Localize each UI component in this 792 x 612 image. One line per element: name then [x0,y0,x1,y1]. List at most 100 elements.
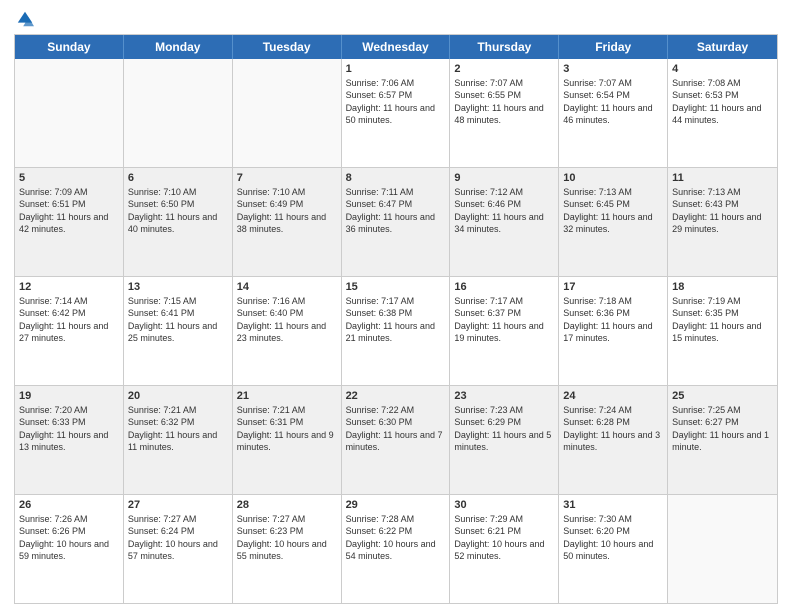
calendar-cell: 28Sunrise: 7:27 AM Sunset: 6:23 PM Dayli… [233,495,342,603]
day-info: Sunrise: 7:10 AM Sunset: 6:49 PM Dayligh… [237,186,337,235]
day-info: Sunrise: 7:26 AM Sunset: 6:26 PM Dayligh… [19,513,119,562]
day-info: Sunrise: 7:30 AM Sunset: 6:20 PM Dayligh… [563,513,663,562]
day-number: 21 [237,389,337,403]
day-number: 19 [19,389,119,403]
calendar-cell: 6Sunrise: 7:10 AM Sunset: 6:50 PM Daylig… [124,168,233,276]
calendar-cell: 22Sunrise: 7:22 AM Sunset: 6:30 PM Dayli… [342,386,451,494]
day-info: Sunrise: 7:27 AM Sunset: 6:24 PM Dayligh… [128,513,228,562]
day-header-saturday: Saturday [668,35,777,59]
day-info: Sunrise: 7:18 AM Sunset: 6:36 PM Dayligh… [563,295,663,344]
calendar-cell: 25Sunrise: 7:25 AM Sunset: 6:27 PM Dayli… [668,386,777,494]
calendar-cell [233,59,342,167]
day-number: 9 [454,171,554,185]
calendar-row-2: 5Sunrise: 7:09 AM Sunset: 6:51 PM Daylig… [15,167,777,276]
calendar-cell: 20Sunrise: 7:21 AM Sunset: 6:32 PM Dayli… [124,386,233,494]
day-info: Sunrise: 7:15 AM Sunset: 6:41 PM Dayligh… [128,295,228,344]
day-number: 6 [128,171,228,185]
calendar: SundayMondayTuesdayWednesdayThursdayFrid… [14,34,778,604]
calendar-cell: 14Sunrise: 7:16 AM Sunset: 6:40 PM Dayli… [233,277,342,385]
day-info: Sunrise: 7:27 AM Sunset: 6:23 PM Dayligh… [237,513,337,562]
day-info: Sunrise: 7:11 AM Sunset: 6:47 PM Dayligh… [346,186,446,235]
day-number: 8 [346,171,446,185]
day-info: Sunrise: 7:23 AM Sunset: 6:29 PM Dayligh… [454,404,554,453]
calendar-cell: 30Sunrise: 7:29 AM Sunset: 6:21 PM Dayli… [450,495,559,603]
calendar-cell: 21Sunrise: 7:21 AM Sunset: 6:31 PM Dayli… [233,386,342,494]
day-number: 3 [563,62,663,76]
calendar-cell: 18Sunrise: 7:19 AM Sunset: 6:35 PM Dayli… [668,277,777,385]
day-number: 10 [563,171,663,185]
day-info: Sunrise: 7:29 AM Sunset: 6:21 PM Dayligh… [454,513,554,562]
day-number: 26 [19,498,119,512]
calendar-row-1: 1Sunrise: 7:06 AM Sunset: 6:57 PM Daylig… [15,59,777,167]
day-number: 15 [346,280,446,294]
calendar-cell: 7Sunrise: 7:10 AM Sunset: 6:49 PM Daylig… [233,168,342,276]
day-number: 17 [563,280,663,294]
day-number: 24 [563,389,663,403]
day-info: Sunrise: 7:28 AM Sunset: 6:22 PM Dayligh… [346,513,446,562]
day-number: 14 [237,280,337,294]
page-header [14,10,778,28]
day-number: 13 [128,280,228,294]
calendar-cell: 16Sunrise: 7:17 AM Sunset: 6:37 PM Dayli… [450,277,559,385]
calendar-cell: 10Sunrise: 7:13 AM Sunset: 6:45 PM Dayli… [559,168,668,276]
calendar-cell: 31Sunrise: 7:30 AM Sunset: 6:20 PM Dayli… [559,495,668,603]
calendar-cell: 2Sunrise: 7:07 AM Sunset: 6:55 PM Daylig… [450,59,559,167]
day-info: Sunrise: 7:17 AM Sunset: 6:37 PM Dayligh… [454,295,554,344]
calendar-cell: 27Sunrise: 7:27 AM Sunset: 6:24 PM Dayli… [124,495,233,603]
logo [14,10,34,28]
logo-icon [16,10,34,28]
day-info: Sunrise: 7:22 AM Sunset: 6:30 PM Dayligh… [346,404,446,453]
calendar-row-3: 12Sunrise: 7:14 AM Sunset: 6:42 PM Dayli… [15,276,777,385]
day-number: 7 [237,171,337,185]
day-info: Sunrise: 7:17 AM Sunset: 6:38 PM Dayligh… [346,295,446,344]
day-info: Sunrise: 7:08 AM Sunset: 6:53 PM Dayligh… [672,77,773,126]
calendar-cell: 23Sunrise: 7:23 AM Sunset: 6:29 PM Dayli… [450,386,559,494]
calendar-body: 1Sunrise: 7:06 AM Sunset: 6:57 PM Daylig… [15,59,777,603]
day-info: Sunrise: 7:13 AM Sunset: 6:43 PM Dayligh… [672,186,773,235]
calendar-cell [124,59,233,167]
calendar-cell: 13Sunrise: 7:15 AM Sunset: 6:41 PM Dayli… [124,277,233,385]
day-info: Sunrise: 7:25 AM Sunset: 6:27 PM Dayligh… [672,404,773,453]
calendar-cell: 24Sunrise: 7:24 AM Sunset: 6:28 PM Dayli… [559,386,668,494]
day-number: 5 [19,171,119,185]
day-number: 2 [454,62,554,76]
day-number: 16 [454,280,554,294]
calendar-cell: 8Sunrise: 7:11 AM Sunset: 6:47 PM Daylig… [342,168,451,276]
day-info: Sunrise: 7:20 AM Sunset: 6:33 PM Dayligh… [19,404,119,453]
day-number: 12 [19,280,119,294]
calendar-cell: 3Sunrise: 7:07 AM Sunset: 6:54 PM Daylig… [559,59,668,167]
day-info: Sunrise: 7:14 AM Sunset: 6:42 PM Dayligh… [19,295,119,344]
day-info: Sunrise: 7:06 AM Sunset: 6:57 PM Dayligh… [346,77,446,126]
calendar-row-4: 19Sunrise: 7:20 AM Sunset: 6:33 PM Dayli… [15,385,777,494]
day-info: Sunrise: 7:16 AM Sunset: 6:40 PM Dayligh… [237,295,337,344]
calendar-cell: 11Sunrise: 7:13 AM Sunset: 6:43 PM Dayli… [668,168,777,276]
day-info: Sunrise: 7:21 AM Sunset: 6:32 PM Dayligh… [128,404,228,453]
calendar-cell: 5Sunrise: 7:09 AM Sunset: 6:51 PM Daylig… [15,168,124,276]
day-info: Sunrise: 7:21 AM Sunset: 6:31 PM Dayligh… [237,404,337,453]
day-number: 27 [128,498,228,512]
day-number: 29 [346,498,446,512]
day-header-friday: Friday [559,35,668,59]
day-number: 30 [454,498,554,512]
calendar-cell: 1Sunrise: 7:06 AM Sunset: 6:57 PM Daylig… [342,59,451,167]
day-number: 25 [672,389,773,403]
day-info: Sunrise: 7:19 AM Sunset: 6:35 PM Dayligh… [672,295,773,344]
day-number: 31 [563,498,663,512]
calendar-cell [668,495,777,603]
calendar-cell: 4Sunrise: 7:08 AM Sunset: 6:53 PM Daylig… [668,59,777,167]
day-number: 28 [237,498,337,512]
day-header-wednesday: Wednesday [342,35,451,59]
day-number: 22 [346,389,446,403]
calendar-cell: 12Sunrise: 7:14 AM Sunset: 6:42 PM Dayli… [15,277,124,385]
day-info: Sunrise: 7:07 AM Sunset: 6:54 PM Dayligh… [563,77,663,126]
day-header-sunday: Sunday [15,35,124,59]
calendar-header: SundayMondayTuesdayWednesdayThursdayFrid… [15,35,777,59]
day-info: Sunrise: 7:07 AM Sunset: 6:55 PM Dayligh… [454,77,554,126]
day-info: Sunrise: 7:24 AM Sunset: 6:28 PM Dayligh… [563,404,663,453]
calendar-cell: 15Sunrise: 7:17 AM Sunset: 6:38 PM Dayli… [342,277,451,385]
day-number: 18 [672,280,773,294]
day-info: Sunrise: 7:12 AM Sunset: 6:46 PM Dayligh… [454,186,554,235]
day-header-thursday: Thursday [450,35,559,59]
day-info: Sunrise: 7:10 AM Sunset: 6:50 PM Dayligh… [128,186,228,235]
calendar-cell: 26Sunrise: 7:26 AM Sunset: 6:26 PM Dayli… [15,495,124,603]
